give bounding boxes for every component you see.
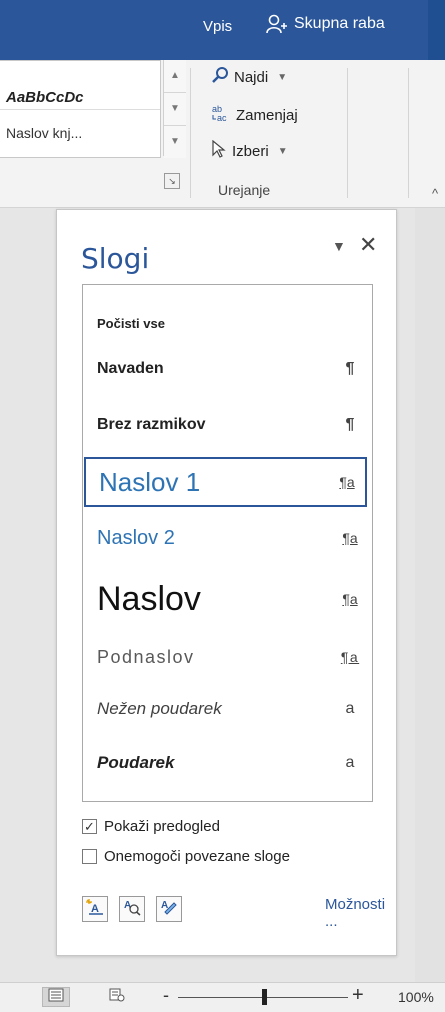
style-label: Naslov 1 bbox=[99, 466, 201, 497]
zoom-in-button[interactable]: + bbox=[352, 984, 364, 1007]
character-style-icon: a bbox=[345, 700, 355, 717]
style-label: Počisti vse bbox=[97, 315, 165, 331]
chevron-down-icon: ▼ bbox=[277, 71, 288, 83]
gallery-style-preview[interactable]: AaBbCcDc bbox=[6, 89, 84, 106]
tab-vpis[interactable]: Vpis bbox=[203, 18, 232, 35]
linked-style-icon: ¶a bbox=[342, 591, 358, 607]
web-layout-icon bbox=[109, 988, 125, 1007]
checkbox-unchecked-icon[interactable] bbox=[82, 849, 97, 864]
manage-styles-icon: A bbox=[159, 898, 179, 921]
select-label: Izberi bbox=[232, 142, 269, 160]
style-label: Naslov 2 bbox=[97, 526, 175, 549]
status-bar: - + 100% bbox=[0, 982, 445, 1012]
replace-button[interactable]: ab ac Zamenjaj bbox=[211, 103, 298, 127]
gallery-scroll-up-icon[interactable]: ▲ bbox=[164, 60, 186, 93]
title-bar: Vpis Skupna raba bbox=[0, 0, 445, 60]
ribbon-divider bbox=[347, 68, 348, 198]
style-item-navaden[interactable]: Navaden ¶ bbox=[84, 349, 368, 389]
linked-style-icon: ¶a bbox=[339, 474, 355, 490]
pane-options-chevron-icon[interactable]: ▼ bbox=[332, 238, 346, 254]
gallery-scroll: ▲ ▼ ▼ bbox=[163, 60, 186, 158]
style-item-naslov-1[interactable]: Naslov 1 ¶a bbox=[84, 457, 367, 507]
zoom-slider-thumb[interactable] bbox=[262, 989, 267, 1005]
new-style-button[interactable]: A bbox=[82, 896, 108, 922]
find-label: Najdi bbox=[234, 68, 269, 86]
style-item-podnaslov[interactable]: Podnaslov ¶a bbox=[84, 637, 368, 677]
manage-styles-button[interactable]: A bbox=[156, 896, 182, 922]
style-item-naslov-2[interactable]: Naslov 2 ¶a bbox=[84, 518, 368, 558]
style-item-clear-all[interactable]: Počisti vse bbox=[84, 303, 368, 343]
editing-group-label: Urejanje bbox=[218, 182, 271, 198]
collapse-ribbon-icon[interactable]: ^ bbox=[432, 186, 438, 201]
style-inspector-icon: A bbox=[122, 898, 142, 921]
style-item-naslov[interactable]: Naslov ¶a bbox=[84, 571, 368, 627]
style-inspector-button[interactable]: A bbox=[119, 896, 145, 922]
share-button[interactable]: Skupna raba bbox=[266, 14, 385, 34]
ribbon-divider bbox=[190, 68, 191, 198]
magnifier-icon bbox=[211, 66, 229, 88]
paragraph-style-icon: ¶ bbox=[345, 416, 355, 433]
style-label: Nežen poudarek bbox=[97, 699, 222, 718]
share-label: Skupna raba bbox=[294, 15, 385, 32]
svg-text:ac: ac bbox=[217, 113, 227, 123]
disable-linked-styles-checkbox[interactable]: Onemogoči povezane sloge bbox=[82, 848, 290, 865]
ribbon-divider bbox=[408, 68, 409, 198]
checkbox-checked-icon[interactable]: ✓ bbox=[82, 819, 97, 834]
new-style-icon: A bbox=[85, 898, 105, 921]
style-item-poudarek[interactable]: Poudarek a bbox=[84, 743, 368, 783]
person-share-icon bbox=[266, 14, 288, 34]
replace-label: Zamenjaj bbox=[236, 106, 298, 124]
gallery-style-name[interactable]: Naslov knj... bbox=[6, 125, 82, 141]
linked-style-icon: ¶a bbox=[340, 649, 360, 665]
style-item-nezen-poudarek[interactable]: Nežen poudarek a bbox=[84, 689, 368, 729]
print-layout-icon bbox=[48, 988, 64, 1007]
ribbon: AaBbCcDc Naslov knj... ▲ ▼ ▼ ↘ Najdi ▼ a… bbox=[0, 60, 445, 208]
find-button[interactable]: Najdi ▼ bbox=[211, 66, 287, 88]
chevron-down-icon: ▼ bbox=[277, 145, 288, 157]
select-button[interactable]: Izberi ▼ bbox=[211, 139, 288, 162]
styles-gallery[interactable]: AaBbCcDc Naslov knj... bbox=[0, 60, 161, 158]
web-layout-view-button[interactable] bbox=[103, 987, 131, 1007]
window-control[interactable] bbox=[428, 0, 445, 60]
pane-title: Slogi bbox=[81, 242, 150, 275]
style-label: Navaden bbox=[97, 360, 164, 377]
styles-pane: Slogi ▼ ✕ Počisti vse Navaden ¶ Brez raz… bbox=[56, 209, 397, 956]
styles-list: Počisti vse Navaden ¶ Brez razmikov ¶ Na… bbox=[82, 284, 373, 802]
style-label: Naslov bbox=[97, 579, 201, 618]
show-preview-checkbox[interactable]: ✓ Pokaži predogled bbox=[82, 818, 220, 835]
zoom-out-button[interactable]: - bbox=[163, 985, 169, 1006]
linked-style-icon: ¶a bbox=[342, 530, 358, 546]
disable-linked-label: Onemogoči povezane sloge bbox=[104, 848, 290, 865]
character-style-icon: a bbox=[345, 754, 355, 771]
gallery-expand-icon[interactable]: ▼ bbox=[164, 126, 186, 158]
paragraph-style-icon: ¶ bbox=[345, 360, 355, 377]
zoom-level[interactable]: 100% bbox=[398, 989, 434, 1005]
styles-dialog-launcher-icon[interactable]: ↘ bbox=[164, 173, 180, 189]
page-edge bbox=[415, 208, 445, 983]
close-icon[interactable]: ✕ bbox=[359, 232, 377, 258]
style-label: Podnaslov bbox=[97, 646, 195, 667]
style-label: Brez razmikov bbox=[97, 416, 206, 433]
gallery-scroll-down-icon[interactable]: ▼ bbox=[164, 93, 186, 126]
style-label: Poudarek bbox=[97, 753, 175, 772]
replace-icon: ab ac bbox=[211, 103, 231, 127]
cursor-arrow-icon bbox=[211, 139, 227, 162]
gallery-divider bbox=[0, 109, 160, 110]
print-layout-view-button[interactable] bbox=[42, 987, 70, 1007]
svg-text:A: A bbox=[91, 903, 99, 915]
style-item-brez-razmikov[interactable]: Brez razmikov ¶ bbox=[84, 405, 368, 445]
options-link[interactable]: Možnosti ... bbox=[325, 896, 396, 930]
show-preview-label: Pokaži predogled bbox=[104, 818, 220, 835]
